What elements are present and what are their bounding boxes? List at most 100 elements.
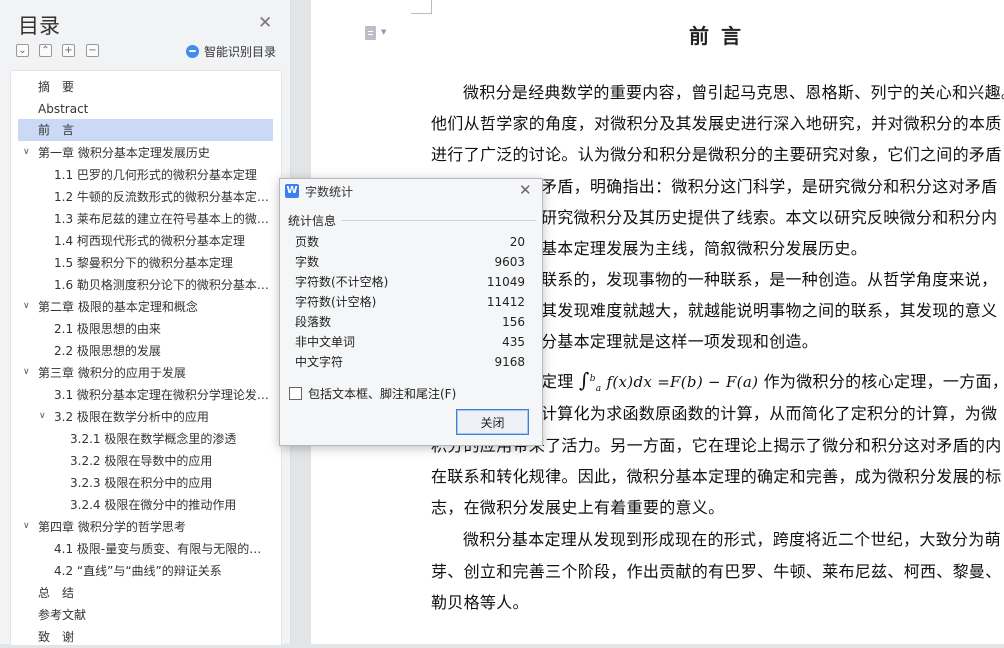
stat-row: 字数 9603 <box>295 252 525 272</box>
paragraph-line: 进行了广泛的讨论。认为微分和积分是微积分的主要研究对象，它们之间的矛盾 <box>431 145 1002 164</box>
stat-label: 页数 <box>295 235 320 249</box>
remove-heading-icon[interactable]: − <box>86 44 99 57</box>
paragraph-text: 定理 <box>541 372 574 391</box>
close-icon[interactable]: ✕ <box>519 182 532 198</box>
toc-item-3-2-2[interactable]: 3.2.2 极限在导数中的应用 <box>70 450 212 472</box>
paragraph-line: 在联系和转化规律。因此，微积分基本定理的确定和完善，成为微积分发展的标 <box>431 467 1002 486</box>
chevron-down-icon[interactable]: ∨ <box>39 411 46 421</box>
stat-row: 段落数 156 <box>295 312 525 332</box>
toc-item-chapter-4[interactable]: 第四章 微积分学的哲学思考 <box>38 516 186 538</box>
stat-label: 字符数(不计空格) <box>295 275 389 289</box>
page-corner-mark <box>411 0 432 14</box>
chevron-down-icon[interactable]: ▼ <box>381 28 386 36</box>
chevron-down-icon[interactable]: ∨ <box>23 301 30 311</box>
integral-lower-limit: a <box>595 384 602 394</box>
checkbox-box[interactable] <box>289 387 302 400</box>
wps-writer-icon: W <box>285 184 299 198</box>
stat-label: 字数 <box>295 255 320 269</box>
paragraph-line: 矛盾，明确指出：微积分这门科学，是研究微分和积分这对矛盾 <box>541 177 998 196</box>
toc-title: 目录 <box>18 14 60 38</box>
ai-icon <box>186 45 199 58</box>
statistics-section-label: 统计信息 <box>288 214 337 228</box>
close-icon[interactable]: ✕ <box>258 14 272 32</box>
paragraph-line: 微积分是经典数学的重要内容，曾引起马克思、恩格斯、列宁的关心和兴趣。 <box>463 83 1004 102</box>
chevron-down-icon[interactable]: ∨ <box>23 521 30 531</box>
toc-panel: 目录 ✕ ⌄ ⌃ + − 智能识别目录 摘 要 Abstract 前 言 ∨ 第… <box>0 0 291 645</box>
checkbox-label: 包括文本框、脚注和尾注(F) <box>308 387 457 401</box>
stat-row: 字符数(不计空格) 11049 <box>295 272 525 292</box>
paragraph-line: 研究微积分及其历史提供了线索。本文以研究反映微分和积分内 <box>541 208 998 227</box>
paragraph-line: 微积分基本定理从发现到形成现在的形式，跨度将近二个世纪，大致分为萌 <box>463 530 1001 549</box>
toc-item-abstract[interactable]: Abstract <box>38 98 88 120</box>
integral-upper-limit: b <box>589 374 596 384</box>
toc-item-1-6[interactable]: 1.6 勒贝格测度积分论下的微积分基本… <box>54 274 274 296</box>
paragraph-line: 联系的，发现事物的一种联系，是一种创造。从哲学角度来说， <box>541 270 998 289</box>
stat-row: 中文字符 9168 <box>295 352 525 372</box>
document-icon[interactable] <box>365 26 376 40</box>
toc-item-4-1[interactable]: 4.1 极限-量变与质变、有限与无限的… <box>54 538 274 560</box>
toc-item-2-2[interactable]: 2.2 极限思想的发展 <box>54 340 161 362</box>
toc-item-2-1[interactable]: 2.1 极限思想的由来 <box>54 318 161 340</box>
toc-item-abstract-cn[interactable]: 摘 要 <box>38 76 74 98</box>
paragraph-line: 勒贝格等人。 <box>431 593 529 612</box>
toc-item-1-2[interactable]: 1.2 牛顿的反流数形式的微积分基本定… <box>54 186 274 208</box>
stat-row: 字符数(计空格) 11412 <box>295 292 525 312</box>
toc-item-1-3[interactable]: 1.3 莱布尼兹的建立在符号基本上的微… <box>54 208 274 230</box>
toc-item-preface[interactable]: 前 言 <box>18 119 273 141</box>
stat-label: 非中文单词 <box>295 335 356 349</box>
include-textbox-footnote-checkbox[interactable]: 包括文本框、脚注和尾注(F) <box>289 385 456 402</box>
toc-item-3-1[interactable]: 3.1 微积分基本定理在微积分学理论发… <box>54 384 274 406</box>
integral-sign: ∫ <box>579 368 590 392</box>
toc-item-3-2-3[interactable]: 3.2.3 极限在积分中的应用 <box>70 472 212 494</box>
toc-item-1-4[interactable]: 1.4 柯西现代形式的微积分基本定理 <box>54 230 274 252</box>
stat-label: 字符数(计空格) <box>295 295 377 309</box>
formula-text: f(x)dx =F(b) − F(a) <box>606 373 759 391</box>
toc-item-chapter-3[interactable]: 第三章 微积分的应用于发展 <box>38 362 186 384</box>
stat-value: 20 <box>509 235 525 249</box>
paragraph-line: 志，在微积分发展史上有着重要的意义。 <box>431 498 725 517</box>
expand-up-icon[interactable]: ⌃ <box>39 44 52 57</box>
stat-row: 页数 20 <box>295 232 525 252</box>
toc-item-chapter-1[interactable]: 第一章 微积分基本定理发展历史 <box>38 142 210 164</box>
smart-toc-label: 智能识别目录 <box>204 45 277 59</box>
paragraph-line: 芽、创立和完善三个阶段，作出贡献的有巴罗、牛顿、莱布尼兹、柯西、黎曼、 <box>431 562 1002 581</box>
paragraph-text: 作为微积分的核心定理，一方面，它 <box>763 372 1004 391</box>
toc-item-4-2[interactable]: 4.2 “直线”与“曲线”的辩证关系 <box>54 560 222 582</box>
close-button[interactable]: 关闭 <box>456 409 529 435</box>
toc-item-chapter-2[interactable]: 第二章 极限的基本定理和概念 <box>38 296 198 318</box>
integral-formula: ∫ba f(x)dx =F(b) − F(a) <box>579 367 758 401</box>
dialog-title: 字数统计 <box>305 185 354 199</box>
stat-value: 9168 <box>494 355 525 369</box>
section-divider <box>342 220 536 221</box>
stat-value: 11049 <box>486 275 525 289</box>
paragraph-line: 基本定理发展为主线，简叙微积分发展历史。 <box>541 239 868 258</box>
toc-item-summary[interactable]: 总 结 <box>38 582 74 604</box>
stat-label: 段落数 <box>295 315 332 329</box>
chevron-down-icon[interactable]: ∨ <box>23 367 30 377</box>
toc-item-1-1[interactable]: 1.1 巴罗的几何形式的微积分基本定理 <box>54 164 274 186</box>
title-part: 言 <box>721 24 743 48</box>
toc-item-3-2[interactable]: 3.2 极限在数学分析中的应用 <box>54 406 209 428</box>
paragraph-line: 其发现难度就越大，就越能说明事物之间的联系，其发现的意义 <box>541 301 998 320</box>
paragraph-line: 计算化为求函数原函数的计算，从而简化了定积分的计算，为微 <box>541 404 998 423</box>
toc-item-references[interactable]: 参考文献 <box>38 604 86 626</box>
stat-label: 中文字符 <box>295 355 344 369</box>
stat-value: 9603 <box>494 255 525 269</box>
stat-value: 435 <box>502 335 525 349</box>
formula-line: 定理 ∫ba f(x)dx =F(b) − F(a) 作为微积分的核心定理，一方… <box>541 367 1004 394</box>
toc-item-3-2-4[interactable]: 3.2.4 极限在微分中的推动作用 <box>70 494 236 516</box>
toc-item-1-5[interactable]: 1.5 黎曼积分下的微积分基本定理 <box>54 252 274 274</box>
title-part: 前 <box>689 24 711 48</box>
stat-value: 11412 <box>486 295 525 309</box>
stat-value: 156 <box>502 315 525 329</box>
toc-list: 摘 要 Abstract 前 言 ∨ 第一章 微积分基本定理发展历史 1.1 巴… <box>10 70 282 645</box>
collapse-all-icon[interactable]: ⌄ <box>16 44 29 57</box>
toc-item-acknowledgements[interactable]: 致 谢 <box>38 626 74 648</box>
stat-row: 非中文单词 435 <box>295 332 525 352</box>
toc-item-3-2-1[interactable]: 3.2.1 极限在数学概念里的渗透 <box>70 428 236 450</box>
smart-toc-button[interactable]: 智能识别目录 <box>186 43 276 60</box>
paragraph-line: 分基本定理就是这样一项发现和创造。 <box>541 332 819 351</box>
chevron-down-icon[interactable]: ∨ <box>23 147 30 157</box>
add-heading-icon[interactable]: + <box>62 44 75 57</box>
page-title: 前言 <box>679 20 743 49</box>
